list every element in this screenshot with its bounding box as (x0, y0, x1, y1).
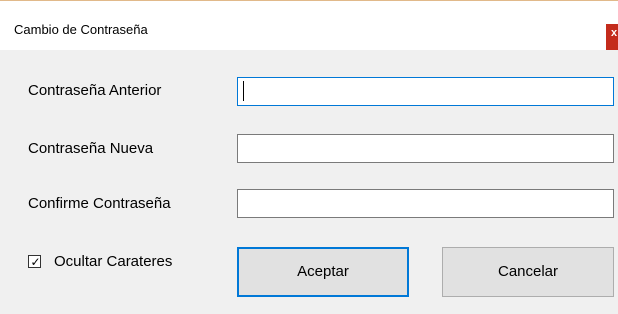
close-icon: x (611, 27, 618, 39)
accept-button[interactable]: Aceptar (237, 247, 409, 297)
checkbox-box[interactable]: ✓ (28, 255, 41, 269)
confirm-password-label: Confirme Contraseña (28, 195, 171, 212)
cancel-button[interactable]: Cancelar (442, 247, 614, 297)
password-change-dialog: Cambio de Contraseña x Contraseña Anteri… (0, 0, 618, 314)
old-password-field[interactable] (237, 77, 614, 106)
new-password-label: Contraseña Nueva (28, 140, 154, 157)
new-password-field[interactable] (237, 134, 614, 163)
title-bar[interactable]: Cambio de Contraseña x (0, 0, 618, 50)
text-caret (243, 81, 244, 101)
old-password-label: Contraseña Anterior (28, 82, 162, 99)
hide-characters-label[interactable]: Ocultar Carateres (54, 253, 172, 270)
close-button[interactable]: x (606, 24, 618, 50)
window-title: Cambio de Contraseña (14, 22, 148, 37)
checkmark-icon: ✓ (30, 255, 41, 269)
confirm-password-field[interactable] (237, 189, 614, 218)
